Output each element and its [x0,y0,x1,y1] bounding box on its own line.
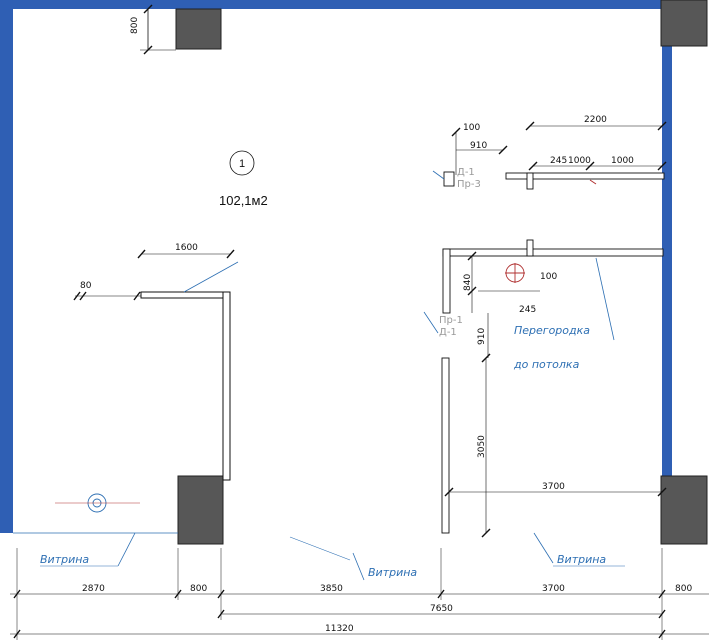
floor-plan: 800 1 102,1м2 1600 80 100 910 Д-1 Пр-3 2… [0,0,709,640]
door-mid-pr: Пр-1 [439,315,463,326]
dim-910-mid: 910 [477,328,487,345]
vitrina-center: Витрина [368,566,417,579]
wall-left [0,0,13,533]
dim-bottom-7650: 7650 [430,604,453,614]
dim-840: 840 [463,274,473,291]
vitrina-left: Витрина [40,553,89,566]
room-tag: 1 102,1м2 [219,150,268,208]
room-number: 1 [239,158,245,170]
dim-3050: 3050 [477,435,487,458]
vitrina-labels: Витрина Витрина Витрина [13,532,625,581]
vent-symbol [55,493,140,513]
column-top-right [660,0,708,47]
left-partition: 1600 80 [73,243,239,481]
dim-1000-a: 1000 [568,156,591,166]
vitrina-right: Витрина [557,553,606,566]
partition-label-2: до потолка [513,358,580,371]
column-bottom-right [660,475,708,545]
dim-910-top: 910 [470,141,487,151]
door-mid-d: Д-1 [439,327,457,338]
dim-3700-inner: 3700 [542,482,565,492]
dim-bottom-3700: 3700 [542,584,565,594]
dim-245-mid: 245 [519,305,536,315]
dim-bottom-2870: 2870 [82,584,105,594]
dim-245-top: 245 [550,156,567,166]
dim-bottom-11320: 11320 [325,624,354,634]
door-top-d: Д-1 [457,167,475,178]
dim-bottom-800b: 800 [675,584,692,594]
dim-80: 80 [80,281,92,291]
dim-top-column: 800 [130,4,176,55]
door-top-pr: Пр-3 [457,179,481,190]
dim-bottom-3850: 3850 [320,584,343,594]
dim-800-top: 800 [130,17,140,34]
wall-top [0,0,662,9]
right-partition: 840 100 245 910 3050 3700 Пр-1 Д-1 Перег… [423,239,667,538]
partition-label-1: Перегородка [514,324,590,337]
exterior-walls [0,0,708,545]
dim-100-top: 100 [463,123,480,133]
dim-100-mid: 100 [540,272,557,282]
column-bottom-center [177,475,224,545]
top-right-partition: 100 910 Д-1 Пр-3 2200 245 1000 1000 [432,115,667,190]
dim-1000-b: 1000 [611,156,634,166]
room-area: 102,1м2 [219,193,268,208]
dim-1600: 1600 [175,243,198,253]
column-top [175,8,222,50]
wall-right [662,44,672,476]
dim-2200: 2200 [584,115,607,125]
dim-bottom-800a: 800 [190,584,207,594]
